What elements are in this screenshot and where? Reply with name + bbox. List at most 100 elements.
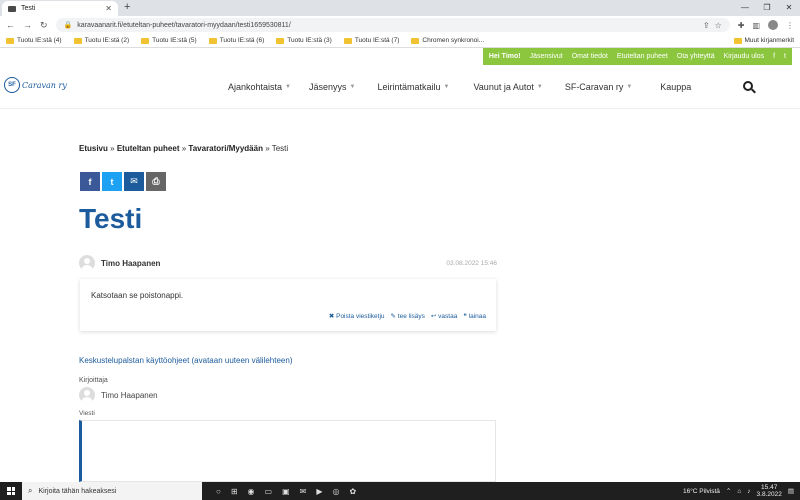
nav-item-jasenyys[interactable]: Jäsenyys ▼ (309, 82, 355, 92)
mail-icon[interactable]: ✉ (300, 487, 307, 496)
caravan-favicon-icon (8, 5, 16, 12)
twitter-icon[interactable]: t (784, 53, 786, 60)
nav-item-sf-caravan[interactable]: SF-Caravan ry ▼ (565, 82, 632, 92)
bookmark-folder[interactable]: Chromen synkronoi... (411, 37, 484, 44)
address-bar[interactable]: 🔒 karavaanarit.fi/etuteltan-puheet/tavar… (55, 18, 730, 32)
bookmark-folder[interactable]: Tuotu IE:stä (6) (208, 37, 264, 44)
widgets-icon[interactable]: ⊞ (231, 487, 238, 496)
profile-avatar[interactable] (768, 20, 778, 30)
clock[interactable]: 15.47 3.8.2022 (757, 484, 782, 498)
network-icon[interactable]: ⌂ (737, 488, 741, 495)
bookmark-star-icon[interactable]: ☆ (715, 21, 722, 30)
link-logout[interactable]: Kirjaudu ulos (724, 53, 764, 60)
chrome-icon[interactable]: ◎ (333, 487, 340, 496)
share-page-icon[interactable]: ⇪ (703, 21, 710, 30)
breadcrumb-current: Testi (271, 144, 289, 153)
breadcrumb-home[interactable]: Etusivu (79, 144, 108, 153)
folder-icon (343, 37, 352, 44)
search-icon[interactable] (743, 81, 753, 91)
member-bar: Hei Timo! Jäsensivut Omat tiedot Etutelt… (482, 48, 792, 65)
folder-icon (276, 37, 285, 44)
browser-tab[interactable]: Testi ✕ (2, 1, 118, 16)
delete-thread-link[interactable]: ✖ Poista viestiketju (329, 312, 385, 320)
menu-kebab-icon[interactable]: ⋮ (786, 21, 794, 30)
side-panel-icon[interactable]: ▥ (752, 21, 760, 30)
post-body: Katsotaan se poistonappi. ✖ Poista viest… (80, 279, 496, 331)
page-title: Testi (79, 203, 143, 234)
reload-icon[interactable]: ↻ (40, 20, 48, 31)
edit-link[interactable]: ✎ tee lisäys (391, 312, 425, 320)
chevron-down-icon: ▼ (443, 84, 450, 90)
browser-toolbar: ← → ↻ 🔒 karavaanarit.fi/etuteltan-puheet… (0, 16, 800, 34)
media-icon[interactable]: ▶ (316, 487, 322, 496)
bookmark-folder[interactable]: Tuotu IE:stä (4) (6, 37, 62, 44)
link-own-info[interactable]: Omat tiedot (572, 53, 608, 60)
post-date: 03.08.2022 15:46 (446, 259, 497, 267)
back-icon[interactable]: ← (6, 20, 15, 30)
start-button[interactable] (0, 482, 22, 500)
maximize-button[interactable]: ❐ (756, 0, 778, 16)
window-controls: — ❐ ✕ (734, 0, 800, 16)
site-logo[interactable]: SF Caravan ry (4, 77, 67, 93)
minimize-button[interactable]: — (734, 0, 756, 16)
bookmark-folder[interactable]: Tuotu IE:stä (2) (73, 37, 129, 44)
bookmark-folder[interactable]: Tuotu IE:stä (5) (141, 37, 197, 44)
nav-item-leirintamatkailu[interactable]: Leirintämatkailu ▼ (377, 82, 449, 92)
volume-icon[interactable]: ♪ (747, 488, 750, 495)
file-explorer-icon[interactable]: ▭ (265, 487, 273, 496)
nav-item-vaunut-ja-autot[interactable]: Vaunut ja Autot ▼ (473, 82, 542, 92)
taskbar-search[interactable]: ⌕ Kirjoita tähän hakeaksesi (22, 482, 202, 500)
link-forum[interactable]: Etuteltan puheet (617, 53, 668, 60)
header-divider (0, 108, 800, 109)
breadcrumb-category[interactable]: Tavaratori/Myydään (188, 144, 263, 153)
link-member-pages[interactable]: Jäsensivut (530, 53, 563, 60)
close-icon: ✖ (328, 313, 335, 320)
quote-icon: ❝ (463, 313, 467, 320)
close-window-button[interactable]: ✕ (778, 0, 800, 16)
taskbar-apps: ○ ⊞ ◉ ▭ ▣ ✉ ▶ ◎ ✿ (202, 487, 356, 496)
close-tab-icon[interactable]: ✕ (105, 4, 112, 13)
main-navigation: Ajankohtaista ▼ Jäsenyys ▼ Leirintämatkail… (228, 82, 691, 92)
weather[interactable]: 16°C Pilvistä (683, 488, 720, 495)
tray-arrow-icon[interactable]: ⌃ (726, 487, 731, 495)
url-text: karavaanarit.fi/etuteltan-puheet/tavarat… (77, 21, 291, 29)
quote-link[interactable]: ❝ lainaa (463, 312, 486, 320)
other-bookmarks[interactable]: Muut kirjanmerkit (733, 37, 794, 44)
system-tray: 16°C Pilvistä ⌃ ⌂ ♪ 15.47 3.8.2022 ▤ (683, 484, 800, 498)
extensions-icon[interactable]: ✚ (738, 21, 745, 30)
reply-author-row: Timo Haapanen (79, 387, 158, 403)
message-textarea[interactable] (79, 420, 496, 482)
edge-icon[interactable]: ◉ (248, 487, 255, 496)
author-label: Kirjoittaja (79, 377, 108, 384)
reply-icon: ↩ (430, 313, 437, 320)
photos-icon[interactable]: ✿ (350, 487, 357, 496)
folder-icon (141, 37, 150, 44)
task-view-icon[interactable]: ○ (216, 487, 221, 496)
share-facebook-icon[interactable]: f (80, 172, 100, 191)
share-email-icon[interactable]: ✉ (124, 172, 144, 191)
forward-icon[interactable]: → (23, 20, 32, 30)
breadcrumb-forum[interactable]: Etuteltan puheet (117, 144, 180, 153)
post-author-row: Timo Haapanen 03.08.2022 15:46 (79, 255, 497, 271)
reply-link[interactable]: ↩ vastaa (431, 312, 457, 320)
link-contact[interactable]: Ota yhteyttä (677, 53, 715, 60)
new-tab-button[interactable]: + (124, 1, 130, 13)
notifications-icon[interactable]: ▤ (788, 487, 794, 495)
post-author: Timo Haapanen (101, 258, 161, 268)
share-twitter-icon[interactable]: t (102, 172, 122, 191)
folder-icon (6, 37, 14, 44)
lock-icon[interactable]: 🔒 (64, 21, 73, 29)
folder-icon (73, 37, 82, 44)
print-icon[interactable]: ⎙ (146, 172, 166, 191)
forum-help-link[interactable]: Keskustelupalstan käyttöohjeet (avataan … (79, 356, 292, 365)
nav-item-kauppa[interactable]: Kauppa (660, 82, 691, 92)
browser-tabstrip: Testi ✕ + — ❐ ✕ (0, 0, 800, 16)
search-icon: ⌕ (28, 486, 33, 495)
share-buttons: f t ✉ ⎙ (80, 172, 166, 191)
facebook-icon[interactable]: f (773, 53, 775, 60)
nav-item-ajankohtaista[interactable]: Ajankohtaista ▼ (228, 82, 291, 92)
store-icon[interactable]: ▣ (282, 487, 290, 496)
bookmark-folder[interactable]: Tuotu IE:stä (7) (343, 37, 399, 44)
bookmark-folder[interactable]: Tuotu IE:stä (3) (276, 37, 332, 44)
folder-icon (208, 37, 217, 44)
